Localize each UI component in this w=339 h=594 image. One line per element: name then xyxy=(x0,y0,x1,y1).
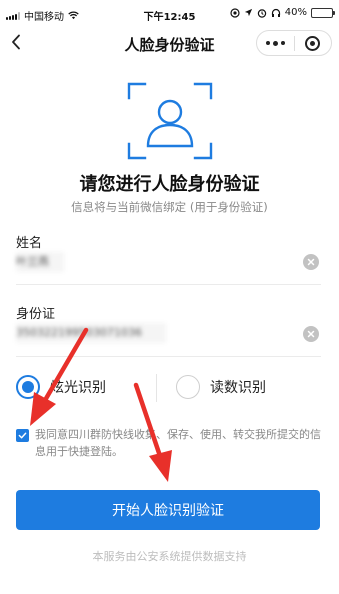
alarm-icon xyxy=(257,8,266,18)
clear-name-button[interactable] xyxy=(303,254,319,270)
status-bar: 中国移动 下午12:45 40% xyxy=(0,0,339,26)
clear-id-button[interactable] xyxy=(303,326,319,342)
more-dots-icon xyxy=(265,40,285,46)
name-divider xyxy=(16,284,321,285)
main-heading: 请您进行人脸身份验证 xyxy=(79,174,260,195)
more-button[interactable] xyxy=(257,31,294,55)
battery-icon xyxy=(311,7,335,18)
subheading: 信息将与当前微信绑定 (用于身份验证) xyxy=(71,200,268,214)
close-icon xyxy=(307,330,315,338)
id-divider xyxy=(16,356,321,357)
nav-bar: 人脸身份验证 xyxy=(0,26,339,60)
name-input[interactable]: 叶兰燕 xyxy=(16,252,64,272)
agreement-checkbox[interactable] xyxy=(16,429,29,442)
radio-divider xyxy=(156,374,157,402)
status-right: 40% xyxy=(230,7,335,18)
headphones-icon xyxy=(271,8,280,17)
id-label: 身份证 xyxy=(16,307,56,322)
radio-number-reading[interactable]: 读数识别 xyxy=(176,375,266,399)
radio-label: 炫光识别 xyxy=(50,380,106,396)
radio-circle xyxy=(176,375,200,399)
recognition-method: 炫光识别 读数识别 xyxy=(0,372,339,404)
radio-label: 读数识别 xyxy=(210,380,266,396)
target-circle-icon xyxy=(305,35,321,51)
close-icon xyxy=(307,258,315,266)
location-arrow-icon xyxy=(244,8,252,17)
at-icon xyxy=(230,7,240,18)
check-icon xyxy=(18,432,27,439)
id-input[interactable]: 350322199503071036 xyxy=(16,323,166,343)
start-verification-button[interactable]: 开始人脸识别验证 xyxy=(16,490,320,530)
agreement-text: 我同意四川群防快线收集、保存、使用、转交我所提交的信息用于快捷登陆。 xyxy=(35,428,321,458)
mini-program-capsule xyxy=(256,30,332,56)
face-scan-icon xyxy=(127,82,213,160)
radio-circle xyxy=(16,375,40,399)
close-miniprogram-button[interactable] xyxy=(295,31,332,55)
footer-note: 本服务由公安系统提供数据支持 xyxy=(92,550,247,563)
battery-percent: 40% xyxy=(284,7,307,18)
agreement: 我同意四川群防快线收集、保存、使用、转交我所提交的信息用于快捷登陆。 xyxy=(16,426,326,460)
name-label: 姓名 xyxy=(16,236,43,251)
radio-flash-recognition[interactable]: 炫光识别 xyxy=(16,375,106,399)
